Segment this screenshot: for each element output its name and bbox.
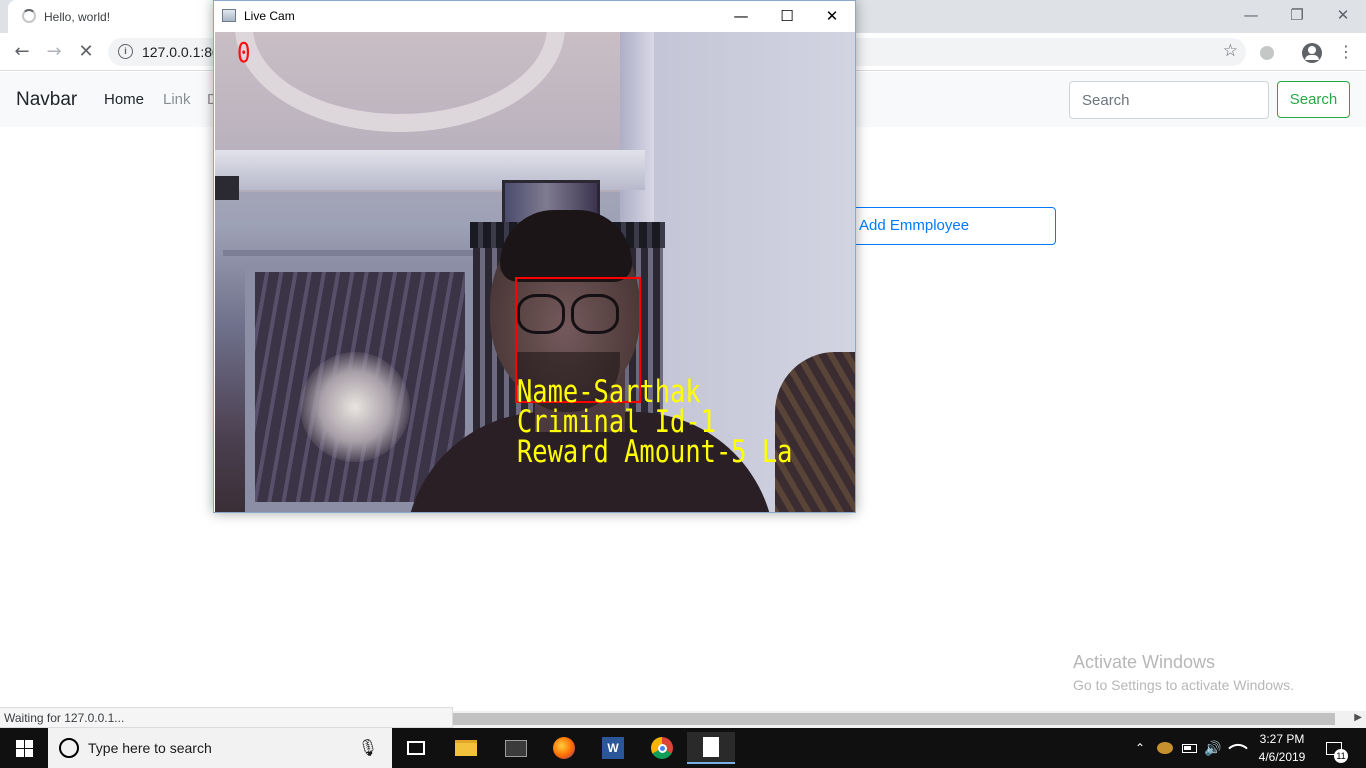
scroll-right-icon[interactable]: ▶: [1354, 712, 1362, 723]
show-hidden-icons-icon[interactable]: ⌃: [1130, 728, 1150, 768]
activate-windows-title: Activate Windows: [1073, 652, 1216, 672]
weather-icon[interactable]: [1154, 728, 1176, 768]
notification-count-badge: 11: [1334, 749, 1348, 763]
terminal-icon[interactable]: [492, 732, 540, 764]
info-icon[interactable]: i: [118, 44, 133, 59]
account-icon[interactable]: [1302, 43, 1322, 63]
browser-close-button[interactable]: ✕: [1320, 0, 1366, 30]
overlay-name: Name-Sarthak: [517, 374, 701, 410]
nav-link-link[interactable]: Link: [163, 91, 191, 108]
browser-restore-button[interactable]: ❐: [1274, 0, 1320, 30]
search-input[interactable]: [1069, 81, 1269, 119]
minimize-icon[interactable]: —: [718, 1, 764, 31]
overlay-reward: Reward Amount-5 La: [517, 434, 793, 470]
loading-spinner-icon: [22, 9, 36, 23]
window-app-icon: [222, 9, 236, 22]
firefox-icon[interactable]: [540, 732, 588, 764]
volume-icon[interactable]: 🔊: [1202, 728, 1224, 768]
activate-windows-subtitle: Go to Settings to activate Windows.: [1073, 677, 1294, 693]
browser-tab[interactable]: Hello, world!: [8, 0, 218, 33]
star-icon[interactable]: ☆: [1223, 41, 1238, 61]
scrollbar-thumb[interactable]: [453, 713, 1335, 725]
nav-link-home[interactable]: Home: [104, 91, 144, 108]
search-button[interactable]: Search: [1277, 81, 1350, 118]
file-explorer-icon[interactable]: [442, 732, 490, 764]
windows-start-icon[interactable]: [0, 728, 48, 768]
live-cam-title: Live Cam: [244, 9, 295, 23]
add-employee-button[interactable]: Add Emmployee: [846, 207, 1056, 245]
kebab-menu-icon[interactable]: ⋮: [1334, 41, 1358, 63]
clock-date[interactable]: 4/6/2019: [1252, 750, 1312, 764]
windows-taskbar: Type here to search 🎙 W ⌃ 🔊 3:27 PM 4/6/…: [0, 728, 1366, 768]
chrome-icon[interactable]: [638, 732, 686, 764]
close-icon[interactable]: ✕: [74, 41, 98, 63]
task-view-icon[interactable]: [392, 732, 440, 764]
live-cam-window: Live Cam — ☐ ✕ 0 Name-Sarthak Criminal I…: [213, 0, 856, 513]
camera-feed: 0 Name-Sarthak Criminal Id-1 Reward Amou…: [215, 32, 855, 512]
extension-icon[interactable]: [1260, 46, 1274, 60]
frame-counter: 0: [237, 36, 251, 69]
horizontal-scrollbar[interactable]: ▶: [453, 711, 1366, 728]
clock-time[interactable]: 3:27 PM: [1252, 732, 1312, 746]
arrow-left-icon[interactable]: ←: [10, 41, 34, 63]
word-icon[interactable]: W: [589, 732, 637, 764]
taskbar-search-box[interactable]: Type here to search 🎙: [48, 728, 392, 768]
maximize-icon[interactable]: ☐: [764, 1, 810, 31]
overlay-criminal-id: Criminal Id-1: [517, 404, 716, 440]
live-cam-titlebar[interactable]: Live Cam — ☐ ✕: [214, 1, 855, 31]
microphone-icon[interactable]: 🎙: [358, 738, 378, 757]
taskbar-search-placeholder: Type here to search: [88, 740, 212, 756]
wifi-icon[interactable]: [1226, 728, 1250, 768]
arrow-right-icon[interactable]: →: [42, 41, 66, 63]
tab-title: Hello, world!: [44, 10, 111, 24]
cortana-icon: [59, 738, 79, 758]
browser-status-bubble: Waiting for 127.0.0.1...: [0, 707, 453, 728]
battery-icon[interactable]: [1178, 728, 1200, 768]
close-icon[interactable]: ✕: [809, 1, 855, 31]
document-icon[interactable]: [687, 732, 735, 764]
browser-minimize-button[interactable]: —: [1228, 0, 1274, 30]
navbar-brand[interactable]: Navbar: [16, 89, 77, 111]
